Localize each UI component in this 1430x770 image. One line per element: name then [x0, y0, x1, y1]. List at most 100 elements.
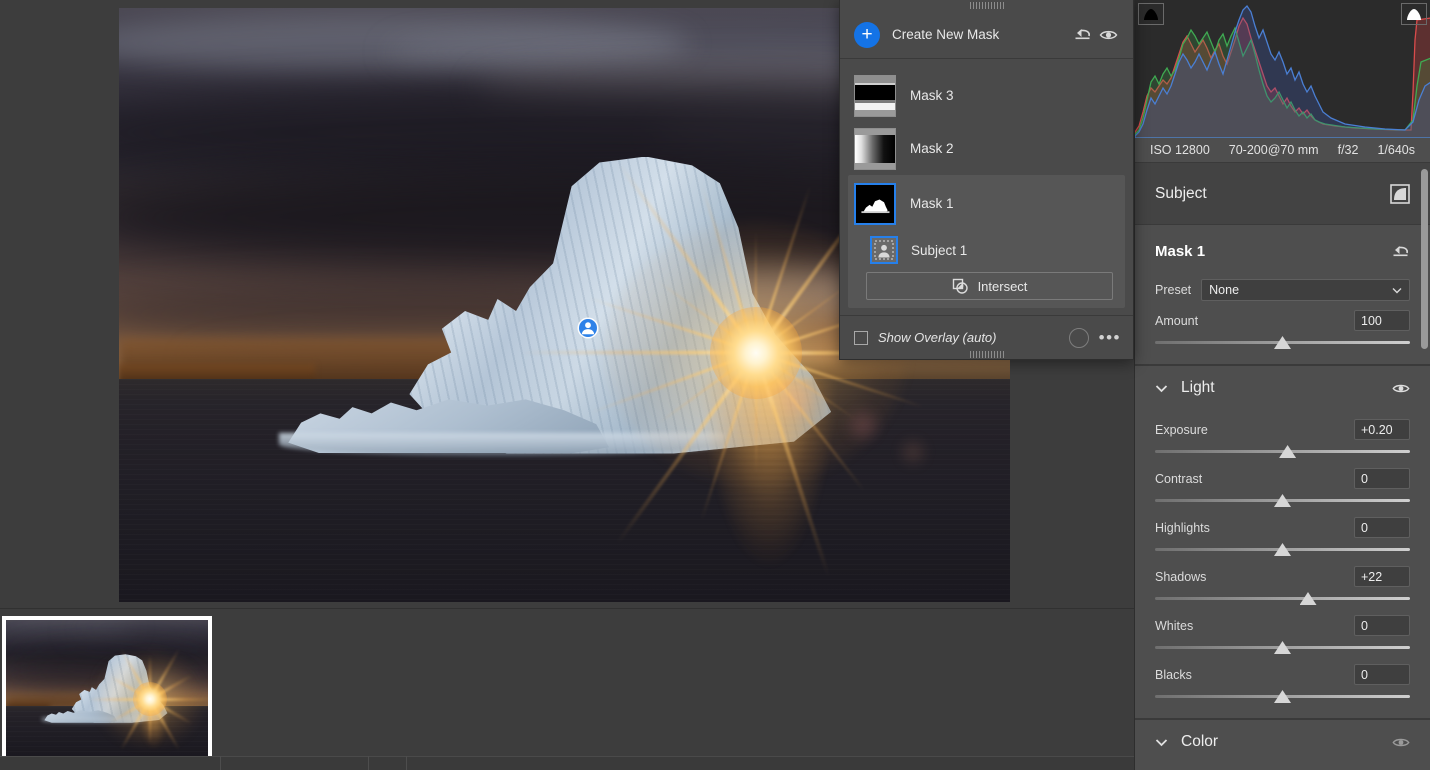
- exif-iso: ISO 12800: [1150, 143, 1210, 157]
- amount-value-field[interactable]: 100: [1354, 310, 1410, 331]
- show-overlay-label: Show Overlay (auto): [878, 330, 997, 345]
- overlay-color-button[interactable]: [1068, 327, 1089, 348]
- subject-person-icon: [870, 236, 898, 264]
- exif-shutter: 1/640s: [1377, 143, 1415, 157]
- grip-lines-icon: [969, 351, 1004, 358]
- slider-row-shadows: Shadows +22: [1155, 557, 1410, 606]
- masks-panel-header: + Create New Mask: [840, 11, 1133, 59]
- amount-slider-row: Amount 100: [1155, 301, 1410, 350]
- slider-track[interactable]: [1155, 494, 1410, 508]
- masks-list: Mask 3 Mask 2 Mask 1 Subject 1 Intersect: [840, 59, 1133, 315]
- color-sliders: Temperature 0 Tint 0: [1135, 764, 1430, 770]
- preset-row: Preset None: [1155, 277, 1410, 301]
- slider-row-exposure: Exposure +0.20: [1155, 410, 1410, 459]
- slider-label: Blacks: [1155, 667, 1192, 682]
- more-options-button[interactable]: •••: [1099, 329, 1121, 346]
- amount-label: Amount: [1155, 313, 1199, 328]
- subject-person-pin-icon[interactable]: [577, 317, 599, 339]
- slider-row-highlights: Highlights 0: [1155, 508, 1410, 557]
- slider-value-field[interactable]: 0: [1354, 664, 1410, 685]
- color-group-title: Color: [1181, 733, 1219, 750]
- intersect-button[interactable]: Intersect: [866, 272, 1113, 300]
- mask-settings-title: Mask 1: [1155, 242, 1206, 260]
- mask-thumbnail: [854, 127, 896, 170]
- panel-drag-handle-top[interactable]: [840, 0, 1133, 11]
- chevron-down-icon: [1392, 287, 1402, 294]
- slider-label: Highlights: [1155, 520, 1210, 535]
- histogram[interactable]: [1135, 0, 1430, 138]
- chevron-down-icon: [1155, 384, 1168, 393]
- intersect-icon: [952, 278, 968, 294]
- filmstrip-thumbnail[interactable]: [2, 616, 212, 761]
- chevron-down-icon: [1155, 738, 1168, 747]
- mask-settings-header: Mask 1: [1135, 225, 1430, 277]
- slider-label: Shadows: [1155, 569, 1207, 584]
- edit-panel-scroll-region: Subject Mask 1 Preset None Amount 100 Li…: [1135, 163, 1430, 770]
- color-group-header[interactable]: Color: [1135, 720, 1430, 764]
- highlight-clipping-indicator[interactable]: [1401, 3, 1427, 25]
- amount-slider-track[interactable]: [1155, 336, 1410, 350]
- histogram-curves: [1135, 4, 1430, 138]
- create-new-mask-button[interactable]: +: [854, 21, 880, 48]
- slider-value-field[interactable]: +0.20: [1354, 419, 1410, 440]
- slider-track[interactable]: [1155, 592, 1410, 606]
- slider-value-field[interactable]: +22: [1354, 566, 1410, 587]
- mask-label: Mask 3: [910, 88, 954, 103]
- show-overlay-checkbox[interactable]: [854, 330, 868, 345]
- lightroom-editor-window: + Create New Mask Mask 3 Mask 2 Mask 1 S…: [0, 0, 1430, 770]
- slider-label: Whites: [1155, 618, 1194, 633]
- filmstrip: [0, 608, 1134, 770]
- preset-label: Preset: [1155, 283, 1192, 297]
- mask-thumbnail: [854, 182, 896, 225]
- preset-select[interactable]: None: [1201, 279, 1410, 301]
- mask-label: Mask 2: [910, 141, 954, 156]
- panel-drag-handle-bottom[interactable]: [840, 351, 1133, 358]
- mask-list-item-selected[interactable]: Mask 1: [848, 177, 1125, 230]
- toggle-masks-visibility-icon[interactable]: [1095, 22, 1121, 48]
- mask-thumbnail: [854, 74, 896, 117]
- slider-label: Exposure: [1155, 422, 1208, 437]
- exif-aperture: f/32: [1337, 143, 1359, 157]
- mask-component-subject-1[interactable]: Subject 1: [848, 230, 1125, 270]
- slider-value-field[interactable]: 0: [1354, 615, 1410, 636]
- selected-mask-group: Mask 1 Subject 1 Intersect: [848, 175, 1125, 308]
- slider-label: Contrast: [1155, 471, 1203, 486]
- light-visibility-eye-icon[interactable]: [1392, 382, 1410, 395]
- reset-mask-icon[interactable]: [1391, 243, 1410, 260]
- masks-panel: + Create New Mask Mask 3 Mask 2 Mask 1 S…: [839, 0, 1134, 360]
- subject-section-title: Subject: [1155, 184, 1207, 202]
- slider-value-field[interactable]: 0: [1354, 517, 1410, 538]
- slider-track[interactable]: [1155, 543, 1410, 557]
- slider-value-field[interactable]: 0: [1354, 468, 1410, 489]
- slider-row-whites: Whites 0: [1155, 606, 1410, 655]
- mask-invert-icon[interactable]: [1390, 183, 1410, 204]
- light-group-header[interactable]: Light: [1135, 366, 1430, 410]
- preset-value: None: [1209, 283, 1240, 297]
- light-sliders: Exposure +0.20 Contrast 0 Highlights 0 S…: [1135, 410, 1430, 718]
- mask-label: Mask 1: [910, 196, 954, 211]
- slider-row-contrast: Contrast 0: [1155, 459, 1410, 508]
- reset-masks-icon[interactable]: [1069, 22, 1095, 48]
- light-group-title: Light: [1181, 379, 1215, 396]
- grip-lines-icon: [969, 2, 1004, 9]
- slider-track[interactable]: [1155, 641, 1410, 655]
- exif-lens: 70-200@70 mm: [1228, 143, 1319, 157]
- mask-amount-block: Preset None Amount 100: [1135, 277, 1430, 364]
- subject-section-header[interactable]: Subject: [1135, 163, 1430, 225]
- create-new-mask-label: Create New Mask: [892, 27, 1000, 42]
- exif-info-bar: ISO 12800 70-200@70 mm f/32 1/640s: [1135, 138, 1430, 163]
- slider-row-temperature: Temperature 0: [1155, 764, 1410, 770]
- intersect-label: Intersect: [977, 278, 1028, 294]
- mask-component-label: Subject 1: [911, 242, 968, 258]
- shadow-clipping-indicator[interactable]: [1138, 3, 1164, 25]
- right-edit-panel: ISO 12800 70-200@70 mm f/32 1/640s Subje…: [1134, 0, 1430, 770]
- slider-track[interactable]: [1155, 445, 1410, 459]
- panel-scrollbar[interactable]: [1421, 169, 1428, 349]
- color-visibility-eye-icon[interactable]: [1392, 736, 1410, 749]
- plus-icon: +: [861, 24, 873, 45]
- mask-list-item[interactable]: Mask 3: [840, 69, 1133, 122]
- filmstrip-toolbar: [0, 756, 1134, 770]
- mask-list-item[interactable]: Mask 2: [840, 122, 1133, 175]
- slider-track[interactable]: [1155, 690, 1410, 704]
- slider-row-blacks: Blacks 0: [1155, 655, 1410, 704]
